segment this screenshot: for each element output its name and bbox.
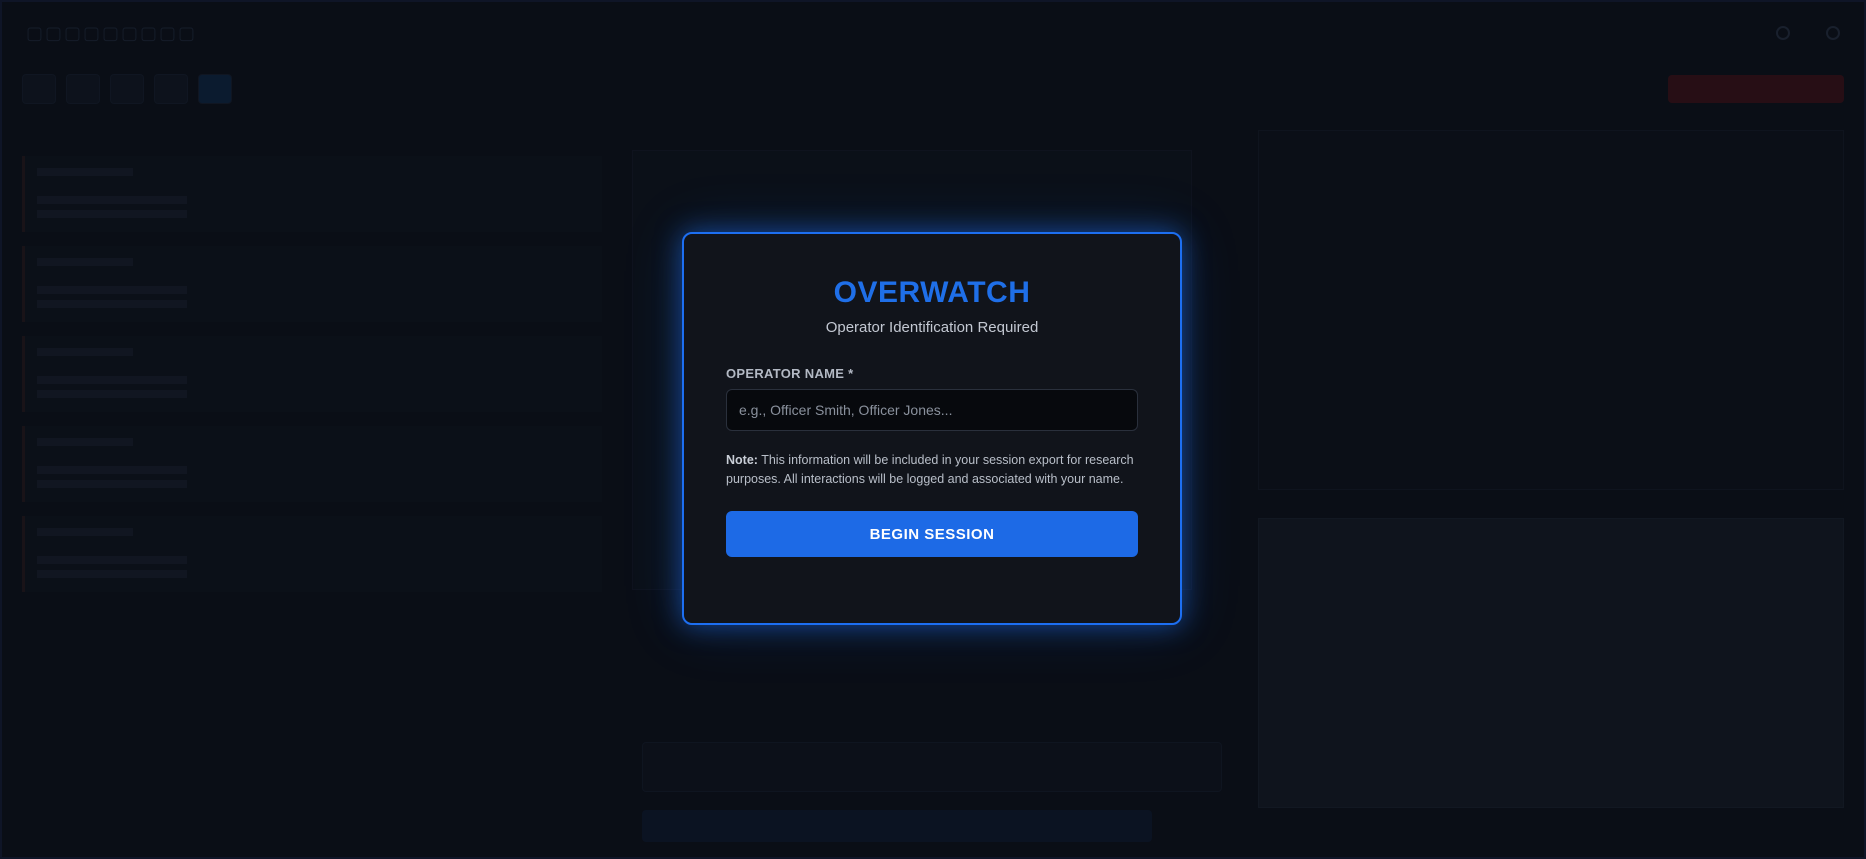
note-label: Note:	[726, 453, 758, 467]
begin-session-button[interactable]: BEGIN SESSION	[726, 511, 1138, 557]
operator-name-label: OPERATOR NAME *	[726, 366, 854, 381]
modal-title: OVERWATCH	[833, 276, 1031, 309]
modal-subtitle: Operator Identification Required	[825, 319, 1039, 336]
note-text: This information will be included in you…	[726, 453, 1134, 486]
operator-name-input[interactable]	[726, 389, 1138, 431]
operator-identification-modal: OVERWATCH Operator Identification Requir…	[682, 232, 1182, 625]
privacy-note: Note: This information will be included …	[726, 451, 1138, 489]
